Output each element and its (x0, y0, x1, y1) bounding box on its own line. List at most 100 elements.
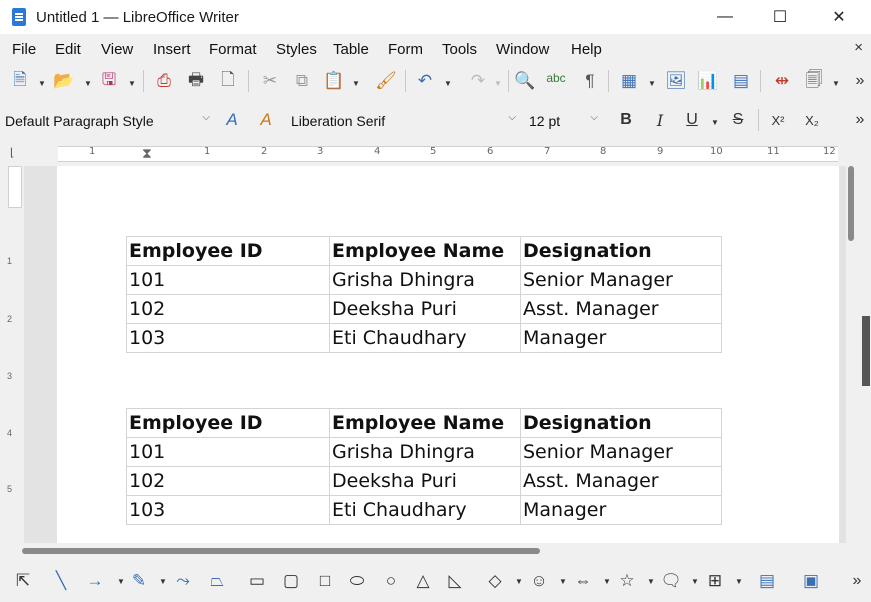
right-triangle-icon[interactable]: ◺ (444, 570, 466, 592)
horizontal-scrollbar[interactable] (0, 543, 846, 559)
superscript-button[interactable]: X² (766, 108, 790, 132)
table-cell[interactable]: Manager (520, 323, 722, 353)
clone-formatting-icon[interactable]: 🖌 (374, 69, 398, 93)
table-header-cell[interactable]: Employee Name (329, 236, 521, 266)
close-window-button[interactable]: ✕ (816, 0, 862, 34)
text-box-icon[interactable]: ▣ (800, 570, 822, 592)
tab-stop-icon[interactable]: ⌊ (10, 146, 14, 159)
table-cell[interactable]: Grisha Dhingra (329, 437, 521, 467)
insert-chart-icon[interactable]: 📊 (696, 69, 720, 93)
insert-field-icon[interactable]: 🗐 (802, 69, 826, 93)
symbol-shapes-dropdown-icon[interactable]: ▼ (552, 570, 574, 592)
paste-icon[interactable]: 📋 (322, 69, 346, 93)
chevron-down-icon[interactable]: ⌵ (590, 112, 598, 123)
table-cell[interactable]: Manager (520, 495, 722, 525)
bold-button[interactable]: B (614, 108, 638, 132)
triangle-icon[interactable]: △ (412, 570, 434, 592)
table-header-cell[interactable]: Designation (520, 236, 722, 266)
insert-textbox-icon[interactable]: ▤ (729, 69, 753, 93)
table-cell[interactable]: Deeksha Puri (329, 466, 521, 496)
table-header-cell[interactable]: Designation (520, 408, 722, 438)
print-icon[interactable]: 🖶 (184, 69, 208, 93)
underline-button[interactable]: U (680, 108, 704, 132)
employee-table-2[interactable]: Employee ID Employee Name Designation 10… (126, 408, 722, 525)
insert-table-icon[interactable]: ▦ (617, 69, 641, 93)
flowchart-dropdown-icon[interactable]: ▼ (728, 570, 750, 592)
vertical-scrollbar[interactable] (846, 166, 871, 543)
undo-dropdown-icon[interactable]: ▼ (444, 79, 452, 88)
copy-icon[interactable]: ⧉ (290, 69, 314, 93)
table-cell[interactable]: Asst. Manager (520, 466, 722, 496)
flowchart-icon[interactable]: ⊞ (704, 570, 726, 592)
table-cell[interactable]: 102 (126, 466, 330, 496)
curve-icon[interactable]: ✎ (128, 570, 150, 592)
new-document-icon[interactable]: 🗎 (8, 69, 32, 93)
connector-icon[interactable]: ⤳ (172, 570, 194, 592)
redo-dropdown-icon[interactable]: ▼ (494, 79, 502, 88)
formatting-marks-icon[interactable]: ¶ (578, 69, 602, 93)
callouts-icon[interactable]: 🗨 (660, 570, 682, 592)
line-icon[interactable]: ╲ (50, 570, 72, 592)
square-icon[interactable]: □ (314, 570, 336, 592)
new-style-icon[interactable]: A (254, 108, 278, 132)
block-arrows-dropdown-icon[interactable]: ▼ (596, 570, 618, 592)
employee-table-1[interactable]: Employee ID Employee Name Designation 10… (126, 236, 722, 353)
italic-button[interactable]: I (648, 108, 672, 132)
paragraph-style-combo[interactable]: Default Paragraph Style ⌵ (4, 107, 214, 135)
table-cell[interactable]: Eti Chaudhary (329, 495, 521, 525)
cut-icon[interactable]: ✂ (258, 69, 282, 93)
chevron-down-icon[interactable]: ⌵ (202, 112, 210, 123)
table-header-cell[interactable]: Employee Name (329, 408, 521, 438)
table-cell[interactable]: Senior Manager (520, 437, 722, 467)
horizontal-scroll-thumb[interactable] (22, 548, 540, 554)
line-arrow-icon[interactable]: → (84, 570, 106, 592)
stars-icon[interactable]: ☆ (616, 570, 638, 592)
block-arrows-icon[interactable]: ⇔ (572, 570, 594, 592)
basic-shapes-icon[interactable]: ◇ (484, 570, 506, 592)
table-cell[interactable]: Asst. Manager (520, 294, 722, 324)
table-header-cell[interactable]: Employee ID (126, 236, 330, 266)
table-cell[interactable]: 103 (126, 323, 330, 353)
menu-format[interactable]: Format (209, 41, 257, 58)
rectangle-icon[interactable]: ▭ (246, 570, 268, 592)
menu-file[interactable]: File (12, 41, 36, 58)
save-icon[interactable]: 🖫 (97, 69, 121, 93)
close-document-button[interactable]: × (854, 39, 863, 56)
field-dropdown-icon[interactable]: ▼ (832, 79, 840, 88)
select-arrow-icon[interactable]: ⇱ (12, 570, 34, 592)
subscript-button[interactable]: X₂ (800, 108, 824, 132)
menu-table[interactable]: Table (333, 41, 369, 58)
indent-marker-icon[interactable]: ⧗ (142, 145, 152, 162)
table-cell[interactable]: Eti Chaudhary (329, 323, 521, 353)
strikethrough-button[interactable]: S (726, 108, 750, 132)
menu-view[interactable]: View (101, 41, 133, 58)
redo-icon[interactable]: ↷ (466, 69, 490, 93)
polygon-icon[interactable]: ⏢ (206, 570, 228, 592)
maximize-button[interactable]: ☐ (757, 0, 803, 34)
open-folder-icon[interactable]: 📂 (52, 69, 76, 93)
table-cell[interactable]: 103 (126, 495, 330, 525)
circle-icon[interactable]: ○ (380, 570, 402, 592)
curve-dropdown-icon[interactable]: ▼ (152, 570, 174, 592)
sidebar-handle[interactable] (862, 316, 870, 386)
stars-dropdown-icon[interactable]: ▼ (640, 570, 662, 592)
insert-image-icon[interactable]: 🖼 (664, 69, 688, 93)
menu-window[interactable]: Window (496, 41, 549, 58)
menu-edit[interactable]: Edit (55, 41, 81, 58)
ellipse-icon[interactable]: ⬭ (346, 570, 368, 592)
menu-insert[interactable]: Insert (153, 41, 191, 58)
vertical-scroll-thumb[interactable] (848, 166, 854, 241)
document-canvas[interactable]: Employee ID Employee Name Designation 10… (24, 166, 846, 543)
drawing-more-icon[interactable]: » (846, 570, 868, 592)
basic-shapes-dropdown-icon[interactable]: ▼ (508, 570, 530, 592)
formatting-more-icon[interactable]: » (848, 108, 871, 132)
menu-styles[interactable]: Styles (276, 41, 317, 58)
undo-icon[interactable]: ↶ (413, 69, 437, 93)
callouts-dropdown-icon[interactable]: ▼ (684, 570, 706, 592)
table-header-cell[interactable]: Employee ID (126, 408, 330, 438)
symbol-shapes-icon[interactable]: ☺ (528, 570, 550, 592)
menu-form[interactable]: Form (388, 41, 423, 58)
table-cell[interactable]: Senior Manager (520, 265, 722, 295)
menu-help[interactable]: Help (571, 41, 602, 58)
minimize-button[interactable]: — (702, 0, 748, 34)
